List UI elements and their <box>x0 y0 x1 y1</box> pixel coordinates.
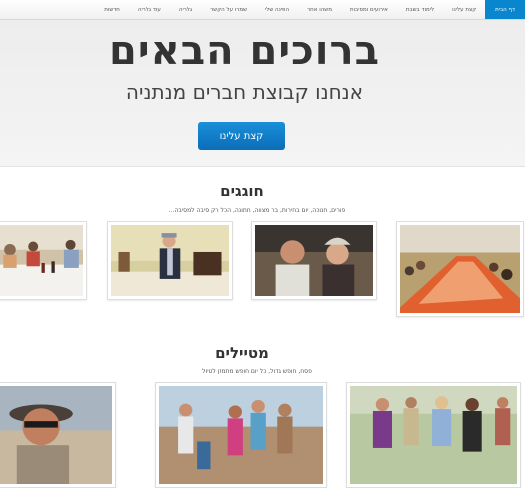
photo-couple-smiling[interactable] <box>251 221 377 300</box>
celebrations-title: חוגגים <box>220 182 264 200</box>
nav-item-contact[interactable]: שמרו על הקשר <box>201 0 256 19</box>
long-table-dinner-image <box>400 225 520 313</box>
top-navbar: דף הבית קצת עלינו לימוד בשבת אירועים ומס… <box>0 0 525 20</box>
nav-item-gallery[interactable]: גלריה <box>170 0 201 19</box>
nav-item-something-else[interactable]: משהו אחר <box>298 0 341 19</box>
celebrations-description: פורים, חנוכה, יום בחירות, בר מצווה, חתונ… <box>168 207 346 214</box>
photo-woman-hat[interactable] <box>0 382 116 488</box>
hikers-description: פסח, חופש גדול, כל יום חופש מתמזן לטיול <box>202 368 312 375</box>
nav-item-events[interactable]: אירועים ומסיבות <box>341 0 397 19</box>
party-table-image <box>0 225 83 296</box>
nav-item-home[interactable]: דף הבית <box>485 0 525 19</box>
man-with-hat-image <box>111 225 229 296</box>
photo-man-with-hat[interactable] <box>107 221 233 300</box>
nav-item-about[interactable]: קצת עלינו <box>443 0 485 19</box>
nav-item-shabbat-study[interactable]: לימוד בשבת <box>397 0 443 19</box>
hero-subtitle: אנחנו קבוצת חברים מנתניה <box>125 80 364 104</box>
nav-item-my-corner[interactable]: הפינה שלי <box>256 0 298 19</box>
photo-walking-group[interactable] <box>346 382 521 488</box>
nav-item-news[interactable]: חדשות <box>95 0 129 19</box>
about-us-button[interactable]: קצת עלינו <box>198 122 285 150</box>
walking-group-image <box>350 386 517 484</box>
hero-banner: ברוכים הבאים אנחנו קבוצת חברים מנתניה קצ… <box>0 20 525 167</box>
woman-hat-image <box>0 386 112 484</box>
photo-party-table[interactable] <box>0 221 87 300</box>
photo-long-table-dinner[interactable] <box>396 221 524 317</box>
hiking-group-image <box>159 386 323 484</box>
hikers-title: מטיילים <box>215 344 269 362</box>
hero-title: ברוכים הבאים <box>108 28 381 74</box>
photo-hiking-group[interactable] <box>155 382 327 488</box>
nav-item-more-gallery[interactable]: עוד גלריה <box>129 0 170 19</box>
couple-smiling-image <box>255 225 373 296</box>
